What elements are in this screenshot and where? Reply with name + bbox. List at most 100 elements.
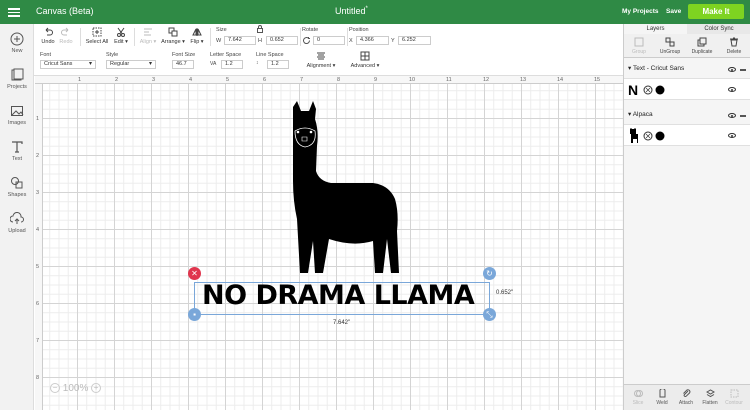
letter-space-label: Letter Space bbox=[210, 52, 242, 58]
ruler-left-number: 6 bbox=[36, 301, 40, 307]
undo-button[interactable]: Undo bbox=[40, 27, 56, 45]
position-x-input[interactable]: 4.366 bbox=[356, 36, 389, 45]
attach-label: Attach bbox=[678, 400, 694, 406]
document-title[interactable]: Untitled* bbox=[335, 6, 368, 16]
style-select[interactable]: Regular bbox=[106, 60, 156, 69]
color-swatch-icon[interactable] bbox=[655, 131, 665, 141]
delete-label: Delete bbox=[726, 49, 742, 55]
edit-caret-icon: ▾ bbox=[123, 39, 128, 45]
tab-color-sync[interactable]: Color Sync bbox=[687, 24, 750, 34]
font-select[interactable]: Cricut Sans bbox=[40, 60, 96, 69]
ruler-top: 1 2 3 4 5 6 7 8 9 10 11 12 13 14 15 bbox=[35, 76, 623, 84]
color-swatch-icon[interactable] bbox=[655, 85, 665, 95]
weld-label: Weld bbox=[656, 400, 668, 406]
slice-button[interactable]: Slice bbox=[626, 389, 650, 406]
collapse-caret-icon[interactable]: ▾ bbox=[628, 111, 631, 118]
sidebar-item-label: Text bbox=[11, 156, 23, 162]
visibility-eye-icon[interactable] bbox=[728, 133, 736, 138]
sidebar-item-images[interactable]: Images bbox=[0, 104, 34, 126]
edit-menu-button[interactable]: Edit ▾ bbox=[112, 27, 130, 45]
align-menu-button[interactable]: Align ▾ bbox=[138, 27, 158, 45]
group-button[interactable]: Group bbox=[624, 37, 654, 55]
collapse-caret-icon[interactable]: ▾ bbox=[628, 65, 631, 72]
letter-space-icon: VA bbox=[210, 61, 217, 67]
ruler-top-number: 14 bbox=[557, 77, 564, 83]
width-input[interactable]: 7.642 bbox=[224, 36, 256, 45]
select-all-button[interactable]: Select All bbox=[84, 27, 110, 45]
arrange-menu-button[interactable]: Arrange ▾ bbox=[160, 27, 186, 45]
linetype-cut-icon[interactable] bbox=[643, 85, 653, 95]
width-dimension: 7.642" bbox=[333, 320, 351, 326]
slice-icon bbox=[633, 390, 643, 397]
line-space-icon: ↕ bbox=[256, 60, 259, 66]
slice-label: Slice bbox=[632, 400, 644, 406]
edit-label: Edit bbox=[114, 39, 124, 45]
sidebar-item-new[interactable]: New bbox=[0, 32, 34, 54]
ungroup-icon bbox=[665, 37, 675, 47]
redo-button[interactable]: Redo bbox=[58, 27, 74, 45]
text-icon bbox=[12, 141, 23, 153]
layer-options-icon[interactable] bbox=[740, 69, 746, 71]
duplicate-button[interactable]: Duplicate bbox=[687, 37, 717, 55]
visibility-eye-icon[interactable] bbox=[728, 87, 736, 92]
zoom-out-icon[interactable]: − bbox=[50, 383, 60, 394]
advanced-menu-button[interactable]: Advanced ▾ bbox=[348, 51, 382, 69]
alignment-menu-button[interactable]: Alignment ▾ bbox=[304, 51, 338, 69]
projects-icon bbox=[11, 68, 24, 81]
position-label: Position bbox=[349, 27, 369, 33]
ruler-top-number: 12 bbox=[483, 77, 490, 83]
flip-menu-button[interactable]: Flip ▾ bbox=[188, 27, 206, 45]
tab-layers[interactable]: Layers bbox=[624, 24, 687, 34]
rotate-handle-icon[interactable]: ↻ bbox=[483, 267, 496, 280]
save-button[interactable]: Save bbox=[666, 8, 681, 15]
make-it-button[interactable]: Make It bbox=[688, 4, 744, 19]
alpaca-thumbnail-icon bbox=[630, 128, 638, 143]
rotate-icon bbox=[303, 37, 311, 44]
lock-ratio-icon[interactable] bbox=[256, 25, 264, 33]
position-y-input[interactable]: 6.252 bbox=[398, 36, 431, 45]
sidebar-item-text[interactable]: Text bbox=[0, 140, 34, 162]
arrange-icon bbox=[168, 27, 178, 37]
letter-space-input[interactable]: 1.2 bbox=[221, 60, 243, 69]
sidebar-item-projects[interactable]: Projects bbox=[0, 68, 34, 90]
sidebar-item-shapes[interactable]: Shapes bbox=[0, 176, 34, 198]
delete-handle-icon[interactable]: ✕ bbox=[188, 267, 201, 280]
height-input[interactable]: 0.652 bbox=[266, 36, 298, 45]
design-canvas[interactable] bbox=[35, 76, 623, 410]
ruler-left-number: 4 bbox=[36, 227, 40, 233]
layer-options-icon[interactable] bbox=[740, 115, 746, 117]
style-label: Style bbox=[106, 52, 119, 58]
lock-handle-icon[interactable]: ▪ bbox=[188, 308, 201, 321]
ruler-top-number: 13 bbox=[520, 77, 527, 83]
alpaca-image[interactable] bbox=[283, 101, 413, 276]
advanced-label: Advanced bbox=[350, 63, 376, 69]
flip-label: Flip bbox=[190, 39, 200, 45]
rotate-label: Rotate bbox=[302, 27, 319, 33]
line-space-input[interactable]: 1.2 bbox=[267, 60, 289, 69]
delete-button[interactable]: Delete bbox=[719, 37, 749, 55]
visibility-eye-icon[interactable] bbox=[728, 67, 736, 72]
linetype-cut-icon[interactable] bbox=[643, 131, 653, 141]
attach-button[interactable]: Attach bbox=[674, 389, 698, 406]
sidebar-item-upload[interactable]: Upload bbox=[0, 212, 34, 234]
rotate-input[interactable]: 0 bbox=[313, 36, 345, 45]
arrange-caret-icon: ▾ bbox=[180, 39, 185, 45]
weld-button[interactable]: Weld bbox=[650, 389, 674, 406]
contour-button[interactable]: Contour bbox=[722, 389, 746, 406]
x-label: X bbox=[349, 38, 353, 44]
resize-handle-icon[interactable]: ⤡ bbox=[483, 308, 496, 321]
zoom-control: − 100% + bbox=[50, 383, 102, 394]
ungroup-button[interactable]: UnGroup bbox=[655, 37, 685, 55]
layer-row-text[interactable]: N bbox=[624, 78, 750, 100]
hamburger-menu-icon[interactable] bbox=[8, 6, 20, 18]
flatten-button[interactable]: Flatten bbox=[698, 389, 722, 406]
height-dimension: 0.652" bbox=[496, 290, 514, 296]
my-projects-link[interactable]: My Projects bbox=[622, 8, 659, 15]
zoom-in-icon[interactable]: + bbox=[91, 383, 102, 394]
font-size-input[interactable]: 46.7 bbox=[172, 60, 194, 69]
size-label: Size bbox=[216, 27, 227, 33]
layer-group-title: Alpaca bbox=[632, 111, 653, 118]
left-sidebar: New Projects Images Text Shapes Upload bbox=[0, 24, 34, 410]
visibility-eye-icon[interactable] bbox=[728, 113, 736, 118]
layer-row-alpaca[interactable] bbox=[624, 124, 750, 146]
